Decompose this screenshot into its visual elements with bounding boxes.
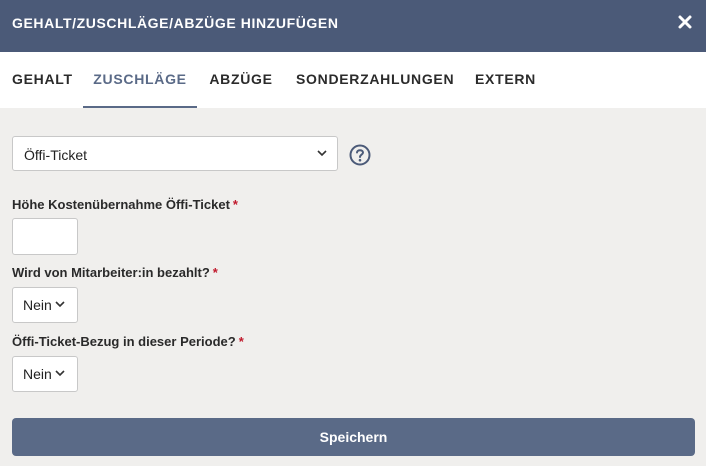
type-select-value: Öffi-Ticket [24, 147, 88, 163]
help-icon[interactable] [349, 144, 371, 166]
bezug-periode-select[interactable]: Nein [12, 356, 78, 392]
dialog-title: GEHALT/ZUSCHLÄGE/ABZÜGE HINZUFÜGEN [12, 15, 339, 31]
tab-zuschlaege[interactable]: ZUSCHLÄGE [83, 52, 197, 108]
tab-abzuege[interactable]: ABZÜGE [208, 52, 274, 108]
label-text: Öffi-Ticket-Bezug in dieser Periode? [12, 334, 236, 349]
kostenuebernahme-input[interactable] [12, 218, 78, 255]
select-value: Nein [23, 366, 52, 382]
tab-gehalt[interactable]: GEHALT [12, 52, 72, 108]
field-label-bezug-periode: Öffi-Ticket-Bezug in dieser Periode? * [12, 334, 244, 349]
close-icon[interactable] [677, 14, 693, 30]
tab-extern[interactable]: EXTERN [474, 52, 537, 108]
select-value: Nein [23, 297, 52, 313]
type-select[interactable]: Öffi-Ticket [12, 136, 338, 171]
chevron-down-icon [55, 370, 65, 377]
label-text: Höhe Kostenübernahme Öffi-Ticket [12, 197, 230, 212]
label-text: Wird von Mitarbeiter:in bezahlt? [12, 265, 210, 280]
field-label-mitarbeiter-bezahlt: Wird von Mitarbeiter:in bezahlt? * [12, 265, 218, 280]
required-mark: * [232, 197, 238, 212]
field-label-kostenuebernahme: Höhe Kostenübernahme Öffi-Ticket * [12, 197, 238, 212]
chevron-down-icon [317, 150, 327, 157]
save-button[interactable]: Speichern [12, 418, 695, 456]
chevron-down-icon [55, 301, 65, 308]
tab-sonderzahlungen[interactable]: SONDERZAHLUNGEN [296, 52, 454, 108]
required-mark: * [238, 334, 244, 349]
dialog-header: GEHALT/ZUSCHLÄGE/ABZÜGE HINZUFÜGEN [0, 0, 706, 52]
required-mark: * [212, 265, 218, 280]
tab-bar: GEHALT ZUSCHLÄGE ABZÜGE SONDERZAHLUNGEN … [0, 52, 706, 108]
mitarbeiter-bezahlt-select[interactable]: Nein [12, 287, 78, 323]
